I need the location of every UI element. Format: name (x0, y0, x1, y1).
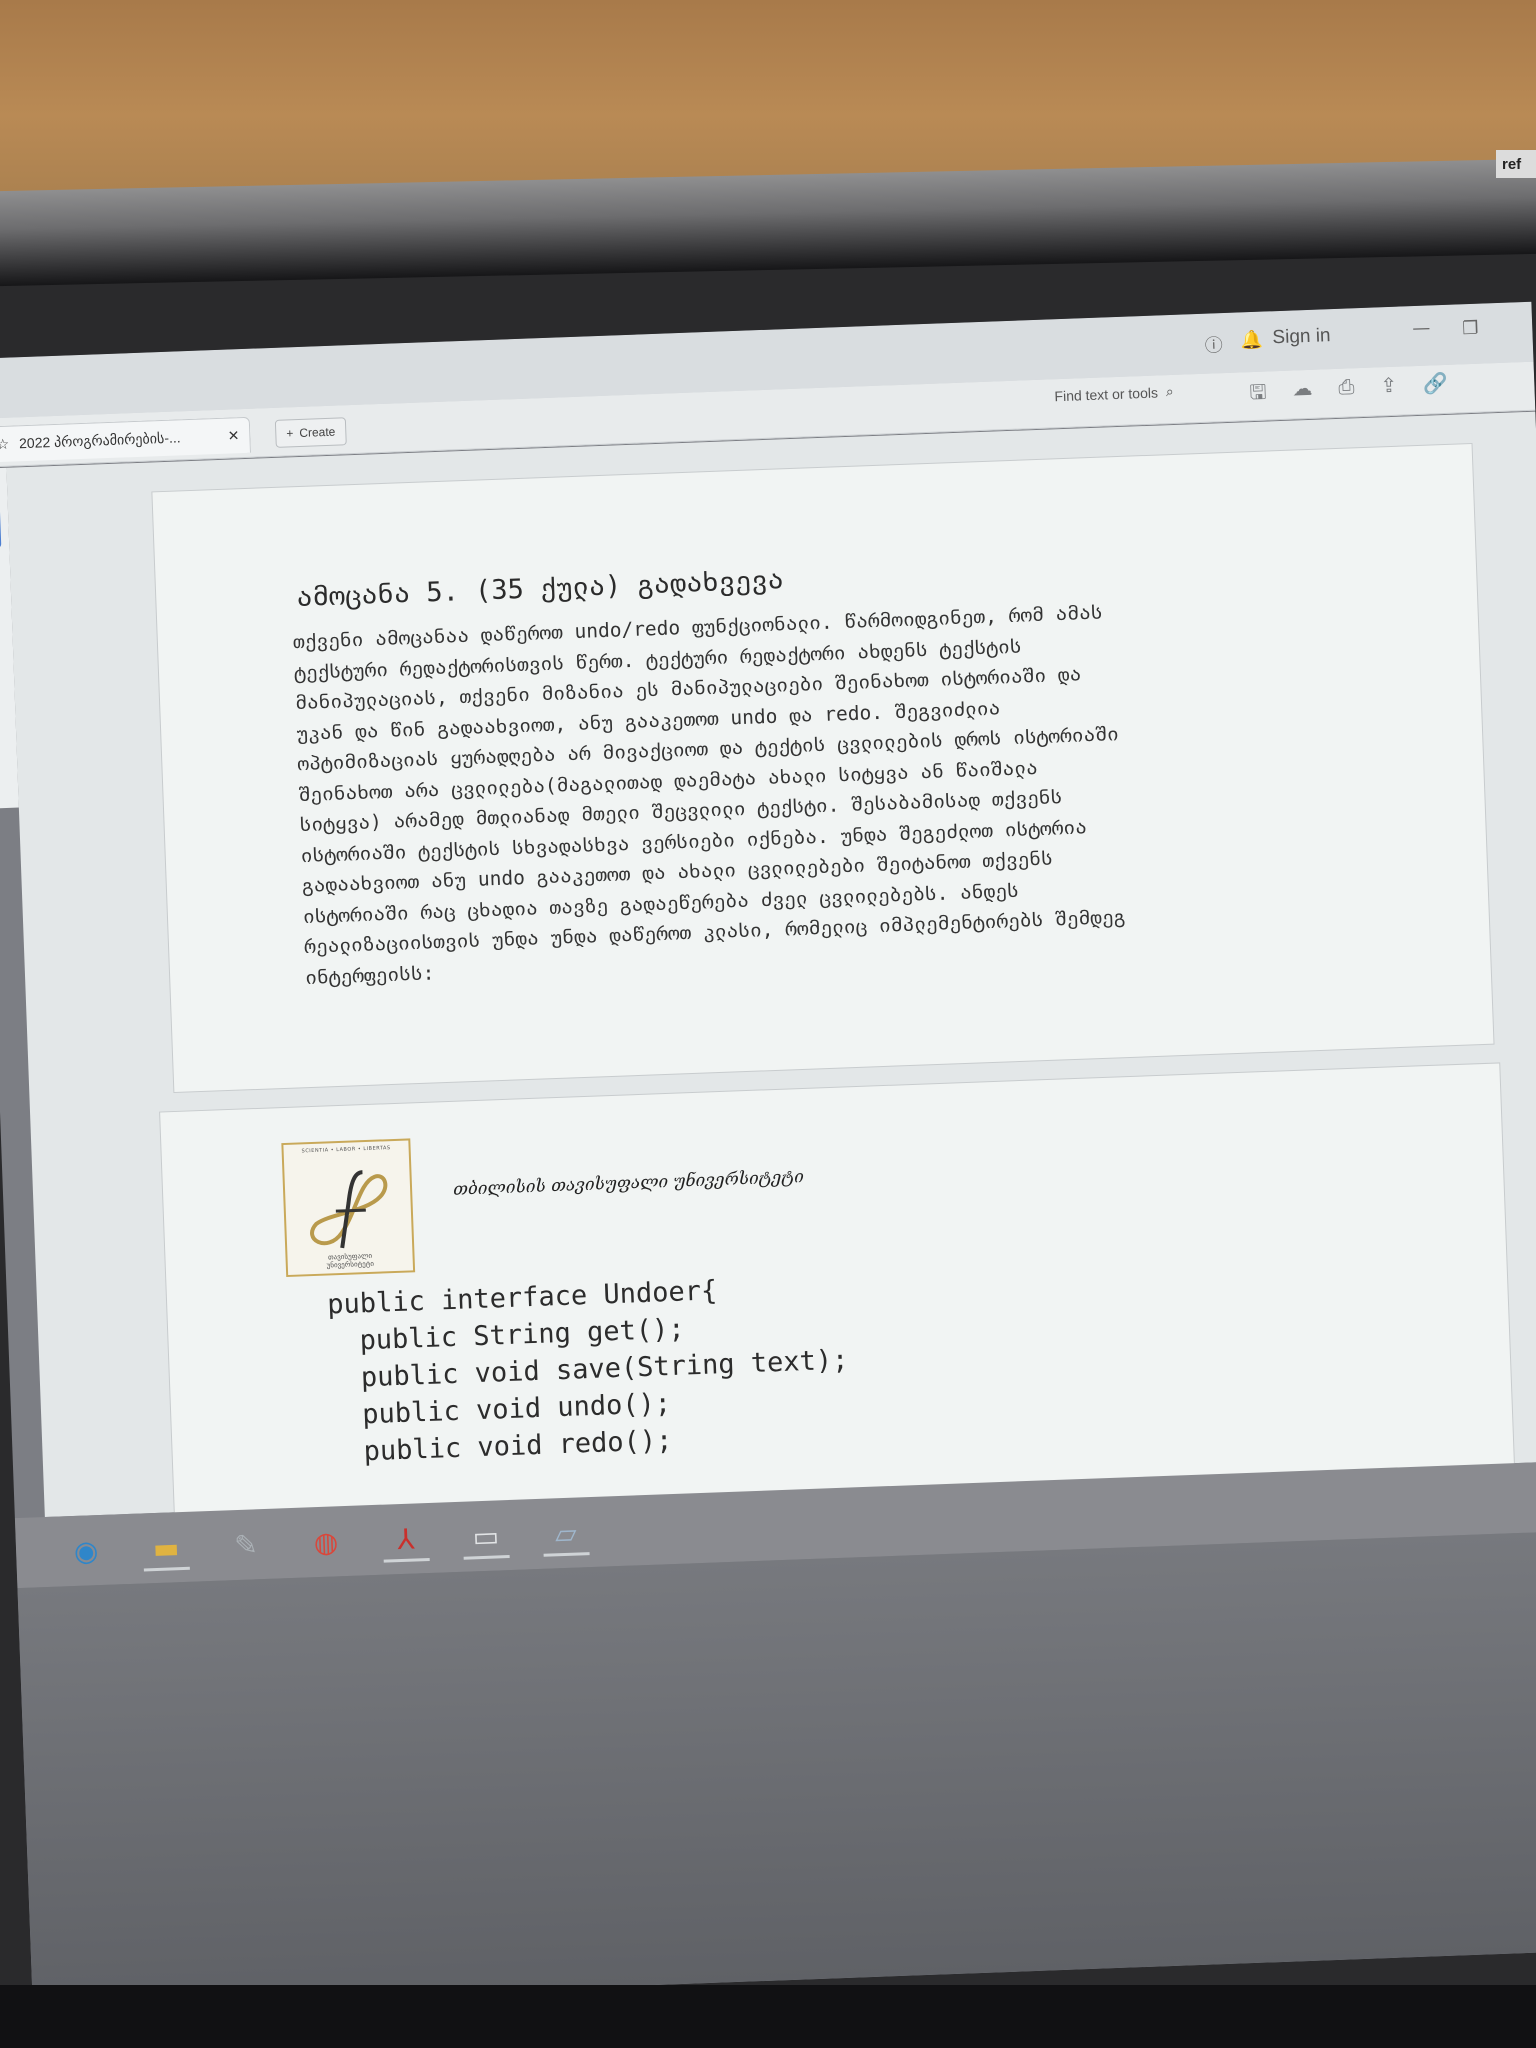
create-button[interactable]: + Create (274, 417, 347, 448)
code-block: public interface Undoer{ public String g… (327, 1268, 852, 1472)
monitor-lower-area (17, 1530, 1536, 2008)
upload-cloud-icon[interactable]: ☁ (1292, 376, 1313, 411)
university-name: თბილისის თავისუფალი უნივერსიტეტი (452, 1167, 805, 1200)
sign-in-button[interactable]: Sign in (1272, 325, 1331, 349)
monitor-screen: ⓘ 🔔 Sign in — ❐ ☆ 2022 პროგრამირების-...… (0, 301, 1536, 2008)
app-tool-icon[interactable]: ✎ (220, 1521, 272, 1569)
star-icon[interactable]: ☆ (0, 436, 9, 453)
close-icon[interactable]: ✕ (227, 427, 239, 444)
select-tool-icon[interactable] (0, 508, 2, 549)
toolbar-icons: 🖫 ☁ ⎙ ⇪ 🔗 (1249, 371, 1449, 412)
print-icon[interactable]: ⎙ (1338, 374, 1355, 409)
monitor-bezel (0, 1985, 1536, 2048)
acrobat-icon[interactable]: ⅄ (380, 1515, 432, 1563)
scrap-text: ref (1502, 156, 1522, 173)
link-icon[interactable]: 🔗 (1423, 371, 1449, 406)
task-description: თქვენი ამოცანაა დაწეროთ undo/redo ფუნქცი… (292, 590, 1335, 993)
app-window-icon[interactable]: ▭ (460, 1512, 512, 1560)
task-heading: ამოცანა 5. (35 ქულა) გადახვევა (295, 564, 785, 614)
share-icon[interactable]: ⇪ (1380, 373, 1398, 408)
maximize-icon[interactable]: ❐ (1462, 318, 1479, 340)
pdf-page-2: SCIENTIA • LABOR • LIBERTAS თავისუფალი უ… (160, 1063, 1515, 1533)
help-icon[interactable]: ⓘ (1204, 331, 1223, 358)
taskbar-apps: ◉ ▬ ✎ ◍ ⅄ ▭ ▱ (60, 1509, 591, 1574)
chrome-icon[interactable]: ◍ (300, 1518, 352, 1566)
find-placeholder: Find text or tools (1054, 384, 1159, 404)
bell-icon[interactable]: 🔔 (1240, 330, 1263, 352)
paper-scrap: ref (1496, 150, 1536, 178)
app-document-icon[interactable]: ▱ (540, 1509, 592, 1557)
plus-icon: + (286, 426, 294, 441)
document-tab[interactable]: ☆ 2022 პროგრამირების-... ✕ (0, 416, 252, 463)
search-icon[interactable]: ⌕ (1166, 383, 1174, 400)
minimize-icon[interactable]: — (1412, 317, 1431, 339)
create-label: Create (299, 424, 336, 440)
document-viewer[interactable]: ამოცანა 5. (35 ქულა) გადახვევა თქვენი ამ… (6, 411, 1536, 1533)
tab-title: 2022 პროგრამირების-... (18, 429, 181, 452)
pdf-page-1: ამოცანა 5. (35 ქულა) გადახვევა თქვენი ამ… (152, 444, 1494, 1093)
find-tools[interactable]: Find text or tools ⌕ (1054, 383, 1174, 404)
file-explorer-icon[interactable]: ▬ (140, 1524, 192, 1572)
university-logo: SCIENTIA • LABOR • LIBERTAS თავისუფალი უ… (281, 1138, 416, 1278)
edge-icon[interactable]: ◉ (60, 1527, 112, 1575)
save-icon[interactable]: 🖫 (1249, 378, 1267, 413)
